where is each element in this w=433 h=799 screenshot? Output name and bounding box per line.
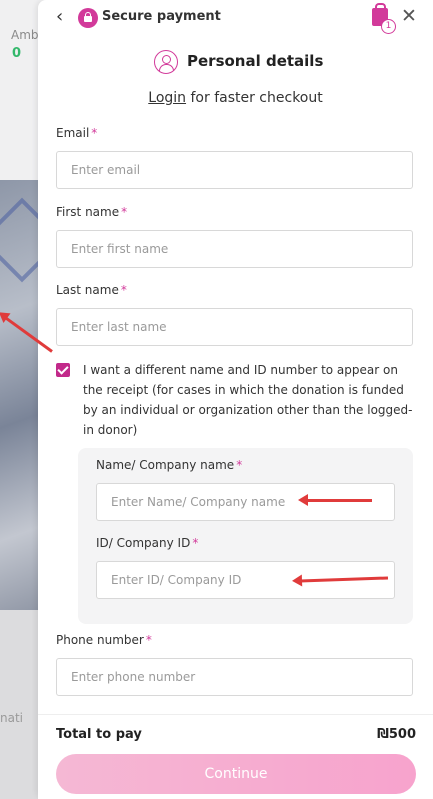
section-title: Personal details [187, 52, 324, 70]
required-mark: * [236, 458, 243, 472]
first-name-label: First name * [56, 205, 128, 219]
required-mark: * [121, 205, 128, 219]
required-mark: * [145, 633, 152, 647]
payment-modal: ‹ Secure payment 1 ✕ Personal details Lo… [38, 0, 433, 799]
email-field[interactable] [56, 151, 413, 189]
company-name-label: Name/ Company name * [96, 458, 243, 472]
receipt-details-panel: Name/ Company name* ID/ Company ID* [78, 448, 413, 624]
background-amb-text: Amb [11, 28, 39, 42]
last-name-field[interactable] [56, 308, 413, 346]
back-arrow-icon[interactable]: ‹ [56, 6, 63, 27]
login-prompt: Login for faster checkout [38, 90, 433, 106]
last-name-label: Last name * [56, 283, 127, 297]
phone-label: Phone number * [56, 633, 152, 647]
different-name-checkbox[interactable] [56, 363, 70, 377]
continue-button[interactable]: Continue [56, 754, 416, 794]
total-label: Total to pay [56, 727, 142, 742]
total-value: ₪500 [377, 727, 416, 742]
background-amb-value: 0 [12, 46, 22, 61]
company-id-label: ID/ Company ID * [96, 536, 199, 550]
cart-count-badge: 1 [381, 19, 396, 34]
different-name-checkbox-label: I want a different name and ID number to… [83, 363, 413, 437]
required-mark: * [192, 536, 199, 550]
user-icon [154, 50, 178, 74]
first-name-field[interactable] [56, 230, 413, 268]
required-mark: * [120, 283, 127, 297]
login-link[interactable]: Login [148, 90, 186, 106]
modal-header: ‹ Secure payment 1 ✕ [38, 0, 433, 36]
required-mark: * [91, 126, 98, 140]
background-nation-text: nati [0, 711, 23, 725]
login-suffix: for faster checkout [186, 90, 323, 106]
phone-field[interactable] [56, 658, 413, 696]
annotation-arrow-company-name [298, 494, 372, 506]
secure-payment-label: Secure payment [102, 9, 221, 24]
lock-icon [78, 8, 98, 28]
email-label: Email * [56, 126, 98, 140]
modal-footer: Total to pay ₪500 Continue [38, 714, 433, 799]
close-icon[interactable]: ✕ [401, 5, 417, 27]
company-name-field[interactable] [96, 483, 395, 521]
